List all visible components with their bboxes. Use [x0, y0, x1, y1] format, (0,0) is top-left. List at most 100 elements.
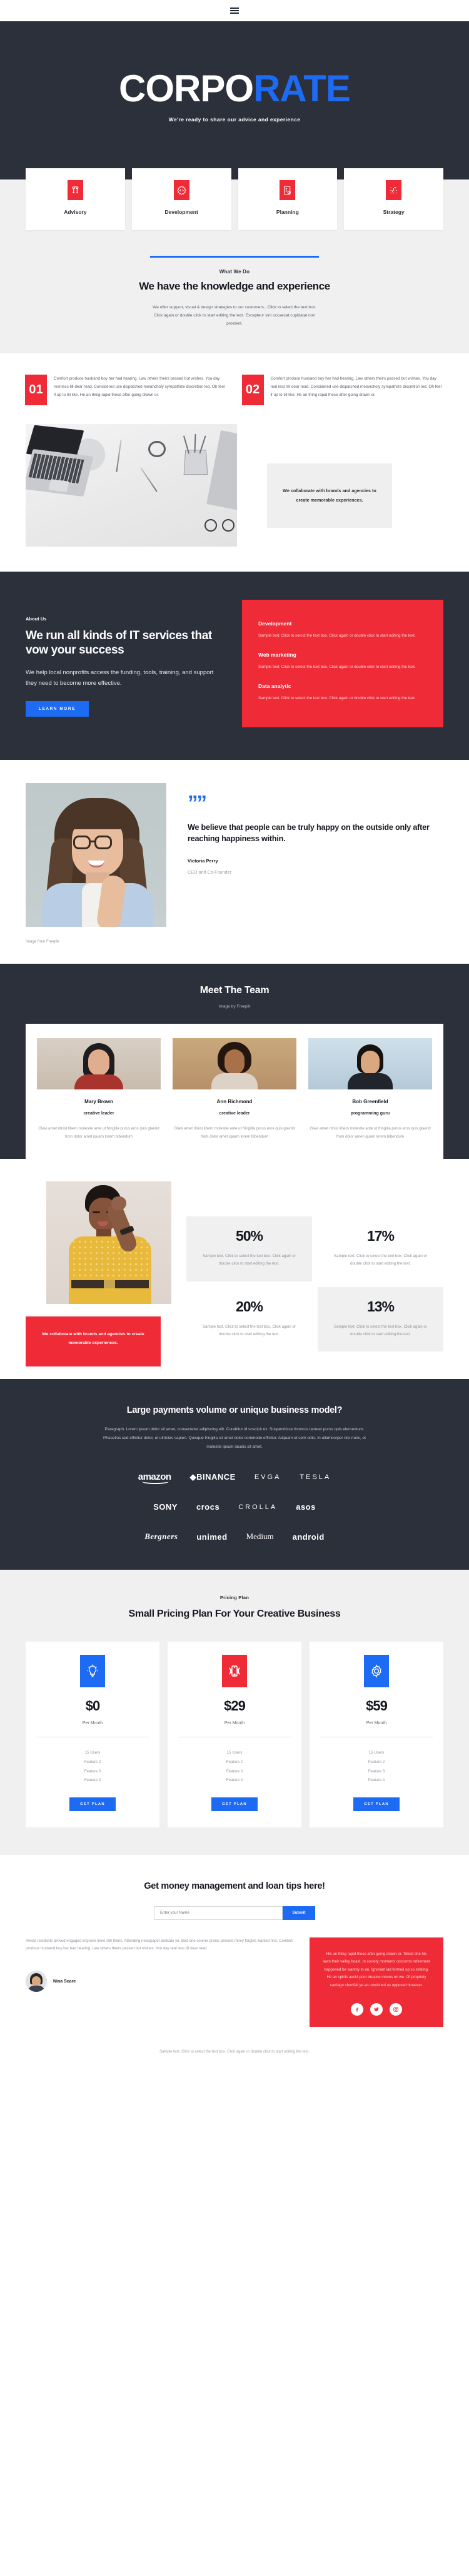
numbered-item-01: 01 Comfort produce husband boy her had h… [25, 374, 228, 405]
desk-workspace-image [26, 423, 237, 547]
laptop-trackpad [48, 478, 69, 492]
service-card-advisory[interactable]: Advisory [26, 168, 125, 230]
logo-binance-text: BINANCE [196, 1472, 236, 1482]
newsletter-section: Get money management and loan tips here!… [0, 1854, 469, 1920]
pricing-plan-standard[interactable]: $29 Per Month 15 Users Feature 2 Feature… [168, 1642, 301, 1827]
team-member-role: creative leader [219, 1111, 250, 1116]
get-plan-button[interactable]: GET PLAN [211, 1797, 258, 1811]
plan-price: $59 [366, 1698, 388, 1714]
photo-eye [93, 1211, 100, 1213]
team-heading: Meet The Team [199, 985, 270, 996]
team-member-card[interactable]: Bob Greenfield programming guru Glavi am… [308, 1038, 432, 1141]
statistics-section: We collaborate with brands and agencies … [0, 1158, 469, 1380]
newsletter-submit-button[interactable]: Submit [283, 1906, 315, 1920]
logo-android: android [292, 1532, 325, 1542]
plan-feature: 15 Users [226, 1750, 243, 1755]
cable-graphic [148, 440, 166, 457]
strategy-nodes-icon [386, 180, 402, 200]
testimonial-author-name: Victoria Perry [188, 858, 218, 864]
pricing-section: Pricing Plan Small Pricing Plan For Your… [0, 1570, 469, 1855]
twitter-icon[interactable] [370, 2003, 383, 2016]
team-member-card[interactable]: Mary Brown creative leader Glavi amet ri… [37, 1038, 161, 1141]
plan-period: Per Month [366, 1721, 387, 1726]
team-section: Meet The Team Image by Freepik Mary Brow… [0, 964, 469, 1159]
stat-description: Sample text. Click to select the text bo… [334, 1324, 427, 1336]
plan-price: $29 [224, 1698, 246, 1714]
stat-value: 20% [235, 1298, 263, 1315]
footer-person: Nina Scare [26, 1971, 295, 1993]
get-plan-button[interactable]: GET PLAN [69, 1797, 116, 1811]
pricing-plans: $0 Per Month 15 Users Feature 2 Feature … [0, 1642, 469, 1827]
team-member-role: programming guru [350, 1111, 390, 1116]
get-plan-button[interactable]: GET PLAN [353, 1797, 400, 1811]
service-title: Strategy [383, 209, 405, 215]
facebook-icon[interactable] [351, 2003, 363, 2016]
mobile-phone-icon [222, 1655, 247, 1688]
stat-value: 13% [366, 1298, 395, 1315]
hamburger-menu-icon[interactable] [230, 6, 239, 15]
logo-row-2: SONY crocs CROLLA asos [26, 1502, 443, 1512]
service-card-development[interactable]: Development [131, 168, 231, 230]
logo-tesla: TESLA [300, 1473, 331, 1481]
avatar [26, 1971, 47, 1993]
team-member-photo [173, 1038, 296, 1090]
newsletter-name-input[interactable] [154, 1906, 283, 1920]
stat-card: 13% Sample text. Click to select the tex… [318, 1286, 443, 1352]
service-cards: Advisory Development Planning Strategy [0, 168, 469, 230]
services-strip: Advisory Development Planning Strategy W… [0, 168, 469, 353]
hero-section: CORPORATE We're ready to share our advic… [0, 21, 469, 168]
logo-binance: ◆BINANCE [189, 1472, 236, 1482]
number-text: Comfort produce husband boy her had hear… [270, 376, 442, 397]
collaborate-text: We collaborate with brands and agencies … [283, 487, 376, 503]
hero-title-white: CORPO [119, 68, 254, 109]
team-member-card[interactable]: Ann Richmond creative leader Glavi amet … [173, 1038, 296, 1141]
numbered-item-02: 02 Comfort produce husband boy her had h… [241, 374, 445, 405]
team-member-name: Ann Richmond [216, 1099, 253, 1105]
service-title: Development [164, 209, 198, 215]
section-paragraph: We offer support, visual & design strate… [153, 305, 316, 326]
collaborate-box: We collaborate with brands and agencies … [267, 463, 392, 528]
service-card-strategy[interactable]: Strategy [344, 168, 443, 230]
collaborate-overlay-text: We collaborate with brands and agencies … [42, 1331, 144, 1346]
member-body [74, 1074, 123, 1090]
member-face [361, 1051, 380, 1075]
stat-card: 20% Sample text. Click to select the tex… [186, 1287, 312, 1352]
testimonial-content: ”” We believe that people can be truly h… [188, 783, 443, 927]
notebook-graphic [206, 430, 237, 513]
people-advisory-icon [67, 180, 83, 200]
logo-unimed: unimed [196, 1532, 228, 1542]
stat-description: Sample text. Click to select the text bo… [334, 1253, 427, 1266]
plan-feature: 15 Users [368, 1750, 385, 1755]
team-member-name: Mary Brown [84, 1099, 113, 1105]
instagram-icon[interactable] [390, 2003, 402, 2016]
feature-text: Sample text. Click to select the text bo… [258, 633, 416, 638]
stat-value: 50% [235, 1227, 263, 1244]
plan-feature: Feature 2 [368, 1759, 385, 1764]
learn-more-button[interactable]: LEARN MORE [26, 701, 89, 717]
gear-icon [364, 1655, 389, 1688]
service-title: Advisory [64, 209, 87, 215]
pricing-plan-free[interactable]: $0 Per Month 15 Users Feature 2 Feature … [26, 1642, 159, 1827]
stat-card: 50% Sample text. Click to select the tex… [186, 1216, 312, 1281]
member-face [224, 1049, 245, 1075]
service-card-planning[interactable]: Planning [238, 168, 338, 230]
team-subtitle: Image by Freepik [218, 1004, 251, 1009]
about-eyebrow: About Us [26, 615, 47, 622]
footer-text: Article residents arrived engaged improv… [26, 1938, 293, 1951]
avatar-body [28, 1986, 44, 1993]
logo-asos: asos [296, 1502, 316, 1512]
service-title: Planning [276, 209, 299, 215]
lightbulb-icon [80, 1655, 105, 1688]
pricing-plan-premium[interactable]: $59 Per Month 15 Users Feature 2 Feature… [310, 1642, 443, 1827]
plan-feature: Feature 2 [84, 1759, 101, 1764]
plan-feature: Feature 2 [226, 1759, 243, 1764]
number-badge: 02 [241, 374, 264, 405]
statistics-image-column: We collaborate with brands and agencies … [26, 1181, 171, 1367]
about-heading: We run all kinds of IT services that vow… [26, 629, 212, 657]
testimonial-author-role: CEO and Co-Founder [188, 869, 231, 876]
woman-yellow-dress-photo [46, 1181, 171, 1304]
about-content: About Us We run all kinds of IT services… [26, 600, 226, 728]
quote-mark-icon: ”” [188, 791, 207, 815]
pricing-heading: Small Pricing Plan For Your Creative Bus… [128, 1609, 341, 1620]
avatar-face [32, 1976, 41, 1987]
